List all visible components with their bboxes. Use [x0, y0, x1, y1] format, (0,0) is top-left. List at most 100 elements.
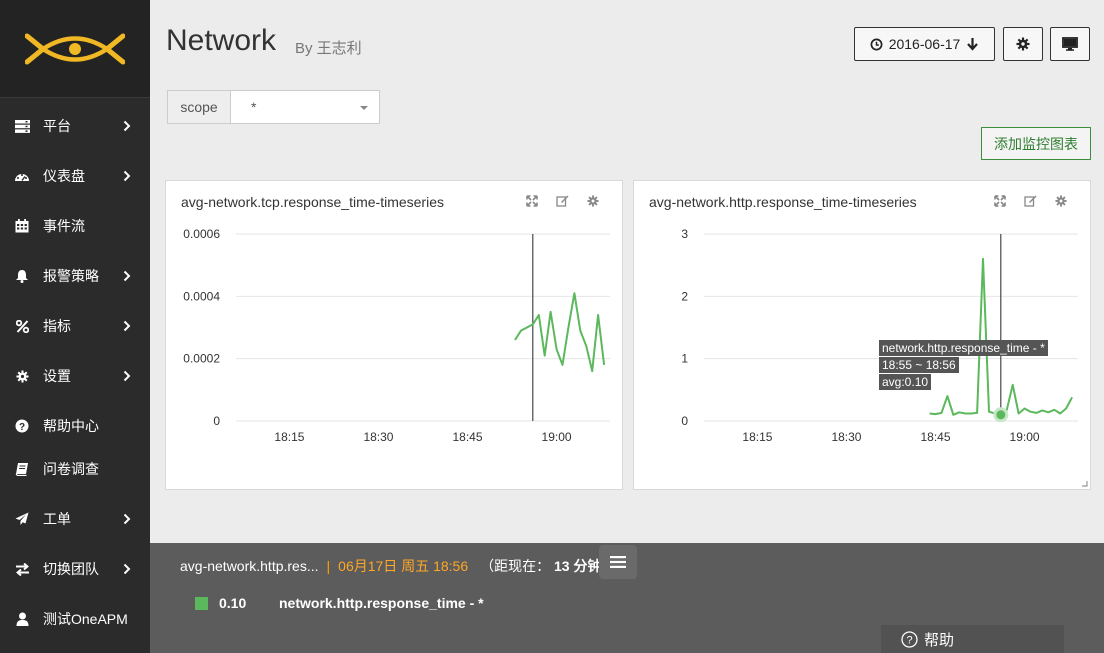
menu-icon [610, 556, 626, 568]
legend-value: 0.10 [219, 595, 247, 611]
sidebar-item[interactable]: 仪表盘 [0, 156, 150, 196]
fullscreen-tv-button[interactable] [1050, 27, 1090, 61]
tooltip-series: network.http.response_time - * [879, 340, 1048, 356]
question-circle-icon: ? [14, 419, 30, 433]
y-tick-label: 1 [681, 352, 688, 366]
chevron-right-icon [121, 170, 133, 182]
http-response-time-chart[interactable]: 3 2 1 0 18:15 18:30 18:45 19:00 [634, 181, 1092, 491]
resize-handle-icon[interactable] [1081, 480, 1088, 487]
add-chart-button[interactable]: 添加监控图表 [981, 127, 1091, 160]
chart-panel-tcp: avg-network.tcp.response_time-timeseries… [165, 180, 623, 490]
user-icon [14, 612, 30, 626]
svg-text:?: ? [906, 634, 912, 646]
legend-separator: | [326, 558, 331, 574]
sidebar-item-label: 工单 [43, 511, 71, 527]
percent-icon [14, 319, 30, 333]
sidebar-item-label: 问卷调查 [43, 461, 99, 477]
y-tick-label: 0.0002 [183, 352, 220, 366]
y-tick-label: 0.0006 [183, 227, 220, 241]
sidebar-item[interactable]: 测试OneAPM [0, 599, 150, 639]
desktop-icon [1062, 37, 1078, 51]
dashboard-settings-button[interactable] [1003, 27, 1043, 61]
legend-time: 06月17日 周五 18:56 [338, 558, 469, 574]
sidebar-item-label: 指标 [43, 318, 71, 334]
x-tick-label: 18:30 [831, 430, 861, 444]
svg-text:?: ? [19, 422, 25, 433]
legend-menu-button[interactable] [599, 545, 637, 579]
x-tick-label: 18:45 [921, 430, 951, 444]
sidebar-item[interactable]: 设置 [0, 356, 150, 396]
date-value: 2016-06-17 [888, 36, 961, 52]
chart-tooltip: network.http.response_time - * 18:55 ~ 1… [879, 340, 1048, 391]
chevron-right-icon [121, 320, 133, 332]
legend-swatch [195, 596, 208, 610]
sidebar-item[interactable]: 问卷调查 [0, 449, 150, 489]
sidebar-item[interactable]: 事件流 [0, 206, 150, 246]
y-tick-label: 2 [681, 289, 688, 303]
x-tick-label: 18:45 [453, 430, 483, 444]
oneapm-logo-icon [25, 33, 125, 64]
x-tick-label: 19:00 [542, 430, 572, 444]
relative-prefix: （距现在： [480, 558, 551, 574]
legend-bar: avg-network.http.res... | 06月17日 周五 18:5… [150, 543, 1104, 653]
sidebar-item[interactable]: 工单 [0, 499, 150, 539]
exchange-icon [14, 562, 30, 576]
legend-series-name: network.http.response_time - * [279, 595, 484, 611]
y-tick-label: 3 [681, 227, 688, 241]
sidebar-item[interactable]: 指标 [0, 306, 150, 346]
sidebar-item-label: 事件流 [43, 218, 85, 234]
sidebar-item-label: 平台 [43, 118, 71, 134]
gear-icon [14, 369, 30, 383]
calendar-icon [14, 219, 30, 233]
chart-panel-http: avg-network.http.response_time-timeserie… [633, 180, 1091, 490]
legend-chart-name: avg-network.http.res... [180, 558, 319, 574]
arrow-down-icon [967, 38, 979, 51]
sidebar-item-label: 仪表盘 [43, 168, 85, 184]
question-circle-icon: ? [901, 630, 918, 648]
page-author: By 王志利 [295, 40, 362, 57]
help-button[interactable]: ? 帮助 [881, 625, 1064, 653]
sidebar-item-label: 帮助中心 [43, 418, 99, 434]
logo[interactable] [0, 0, 150, 98]
series-line [514, 292, 606, 373]
sidebar: 平台 仪表盘 事件流 报警策略 指标 设置? 帮助中心 问卷调查 工单 切换团队 测试OneAPM [0, 0, 150, 653]
x-tick-label: 18:15 [274, 430, 304, 444]
sidebar-item-label: 测试OneAPM [43, 611, 128, 627]
y-tick-label: 0 [213, 414, 220, 428]
tooltip-value: avg:0.10 [879, 374, 932, 390]
highlight-point [993, 407, 1009, 423]
y-tick-label: 0 [681, 414, 688, 428]
caret-down-icon [360, 106, 368, 110]
tcp-response-time-chart[interactable]: 0.0006 0.0004 0.0002 0 18:15 18:30 18:45 19:00 [166, 181, 624, 491]
chevron-right-icon [121, 120, 133, 132]
chevron-right-icon [121, 370, 133, 382]
tooltip-range: 18:55 ~ 18:56 [879, 357, 959, 373]
x-tick-label: 19:00 [1010, 430, 1040, 444]
scope-value: * [251, 99, 257, 115]
page-title: Network [166, 24, 277, 57]
scope-select[interactable]: * [231, 91, 379, 123]
sidebar-item[interactable]: 切换团队 [0, 549, 150, 589]
book-icon [14, 462, 30, 476]
scope-label: scope [168, 91, 231, 123]
y-tick-label: 0.0004 [183, 289, 220, 303]
sidebar-item-label: 切换团队 [43, 561, 99, 577]
legend-entry: 0.10 network.http.response_time - * [195, 595, 484, 611]
dashboard-icon [14, 170, 30, 182]
bell-icon [14, 269, 30, 283]
chevron-right-icon [121, 513, 133, 525]
sidebar-item-label: 设置 [43, 368, 71, 384]
chevron-right-icon [121, 270, 133, 282]
server-icon [14, 119, 30, 133]
sidebar-item[interactable]: 报警策略 [0, 256, 150, 296]
gear-icon [1016, 37, 1030, 51]
sidebar-item-label: 报警策略 [43, 268, 99, 284]
chevron-right-icon [121, 563, 133, 575]
sidebar-item[interactable]: ? 帮助中心 [0, 406, 150, 446]
sidebar-item[interactable]: 平台 [0, 106, 150, 146]
help-label: 帮助 [924, 631, 955, 649]
paper-plane-icon [14, 512, 30, 526]
date-picker-button[interactable]: 2016-06-17 [854, 27, 995, 61]
legend-header: avg-network.http.res... | 06月17日 周五 18:5… [180, 556, 629, 576]
scope-filter: scope * [167, 90, 380, 124]
